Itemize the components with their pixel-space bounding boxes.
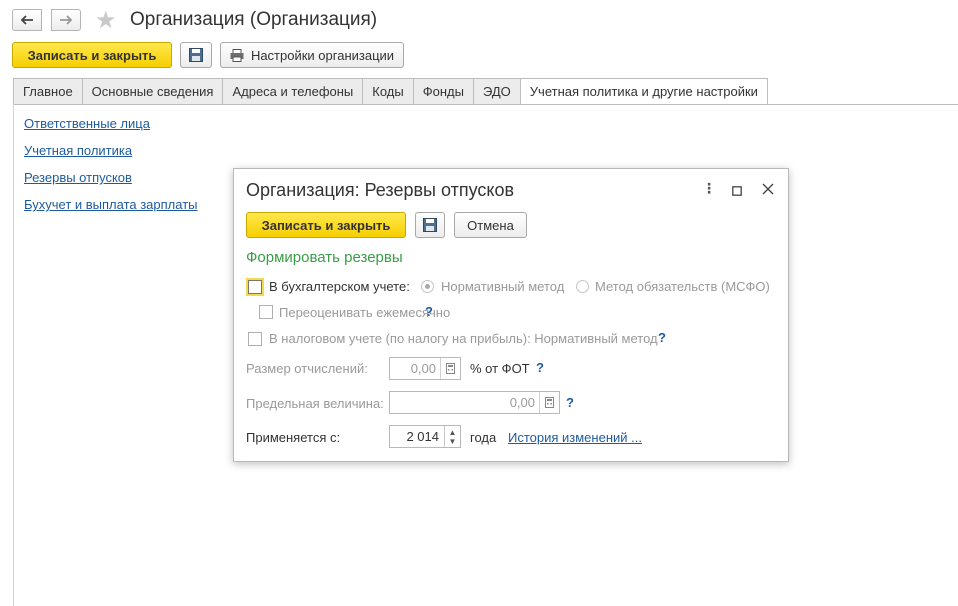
organization-settings-button[interactable]: Настройки организации: [220, 42, 404, 68]
tax-label: В налоговом учете (по налогу на прибыль)…: [269, 331, 658, 346]
dialog-save-and-close-button[interactable]: Записать и закрыть: [246, 212, 406, 238]
organization-settings-label: Настройки организации: [250, 47, 395, 63]
dialog-save-button[interactable]: [415, 212, 445, 238]
calculator-icon[interactable]: [539, 392, 559, 413]
deduction-help-icon[interactable]: ?: [536, 360, 544, 375]
history-link[interactable]: История изменений ...: [508, 430, 642, 445]
applies-unit: года: [470, 430, 497, 445]
limit-label: Предельная величина:: [246, 396, 384, 411]
radio-normative-method[interactable]: [421, 280, 434, 293]
save-and-close-button[interactable]: Записать и закрыть: [12, 42, 172, 68]
page-title: Организация (Организация): [130, 9, 378, 30]
applies-year-value: 2 014: [406, 429, 439, 444]
revalue-help-icon[interactable]: ?: [425, 304, 433, 319]
limit-help-icon[interactable]: ?: [566, 395, 574, 410]
tab-divider: [13, 104, 958, 105]
tab-accounting-policy[interactable]: Учетная политика и другие настройки: [519, 78, 768, 105]
floppy-disk-icon: [423, 218, 437, 232]
calculator-icon[interactable]: [440, 358, 460, 379]
tax-checkbox[interactable]: [248, 332, 262, 346]
save-button[interactable]: [180, 42, 212, 68]
deduction-input[interactable]: 0,00: [389, 357, 461, 380]
link-accounting-policy[interactable]: Учетная политика: [24, 143, 132, 158]
chevron-down-icon[interactable]: ▼: [449, 437, 457, 446]
deduction-unit: % от ФОТ: [470, 361, 530, 376]
arrow-right-icon: [60, 15, 73, 25]
tax-help-icon[interactable]: ?: [658, 330, 666, 345]
floppy-disk-icon: [189, 48, 203, 62]
applies-label: Применяется с:: [246, 430, 341, 445]
tab-funds[interactable]: Фонды: [412, 78, 473, 105]
chevron-up-icon[interactable]: ▲: [449, 428, 457, 437]
limit-value: 0,00: [509, 395, 535, 410]
link-vacation-reserves[interactable]: Резервы отпусков: [24, 170, 132, 185]
link-responsible-persons[interactable]: Ответственные лица: [24, 116, 150, 131]
normative-method-label: Нормативный метод: [441, 279, 565, 294]
favorite-star-icon[interactable]: ★: [95, 6, 117, 35]
more-actions-icon[interactable]: ⋮: [702, 180, 716, 197]
accounting-label: В бухгалтерском учете:: [269, 279, 410, 294]
printer-icon: [230, 48, 244, 62]
close-icon[interactable]: [762, 182, 774, 198]
back-button[interactable]: [12, 9, 42, 31]
cancel-button[interactable]: Отмена: [454, 212, 527, 238]
radio-ifrs-method[interactable]: [576, 280, 589, 293]
year-stepper[interactable]: ▲ ▼: [444, 426, 460, 447]
link-payroll-accounting[interactable]: Бухучет и выплата зарплаты: [24, 197, 198, 212]
accounting-checkbox[interactable]: [248, 280, 262, 294]
applies-year-input[interactable]: 2 014 ▲ ▼: [389, 425, 461, 448]
deduction-label: Размер отчислений:: [246, 361, 368, 376]
tab-bar: Главное Основные сведения Адреса и телеф…: [13, 78, 768, 105]
tab-addresses-phones[interactable]: Адреса и телефоны: [222, 78, 363, 105]
tab-codes[interactable]: Коды: [362, 78, 413, 105]
deduction-value: 0,00: [410, 361, 436, 376]
tab-edo[interactable]: ЭДО: [472, 78, 520, 105]
section-title: Формировать резервы: [246, 249, 403, 266]
dialog-title: Организация: Резервы отпусков: [246, 180, 515, 200]
tab-main[interactable]: Главное: [13, 78, 82, 105]
maximize-icon[interactable]: [732, 183, 742, 199]
limit-input[interactable]: 0,00: [389, 391, 560, 414]
content-border: [13, 104, 14, 606]
vacation-reserves-dialog: Организация: Резервы отпусков ⋮ Записать…: [233, 168, 789, 462]
ifrs-method-label: Метод обязательств (МСФО): [595, 279, 770, 294]
forward-button[interactable]: [51, 9, 81, 31]
arrow-left-icon: [20, 15, 33, 25]
tab-basic-info[interactable]: Основные сведения: [81, 78, 223, 105]
revalue-checkbox[interactable]: [259, 305, 273, 319]
